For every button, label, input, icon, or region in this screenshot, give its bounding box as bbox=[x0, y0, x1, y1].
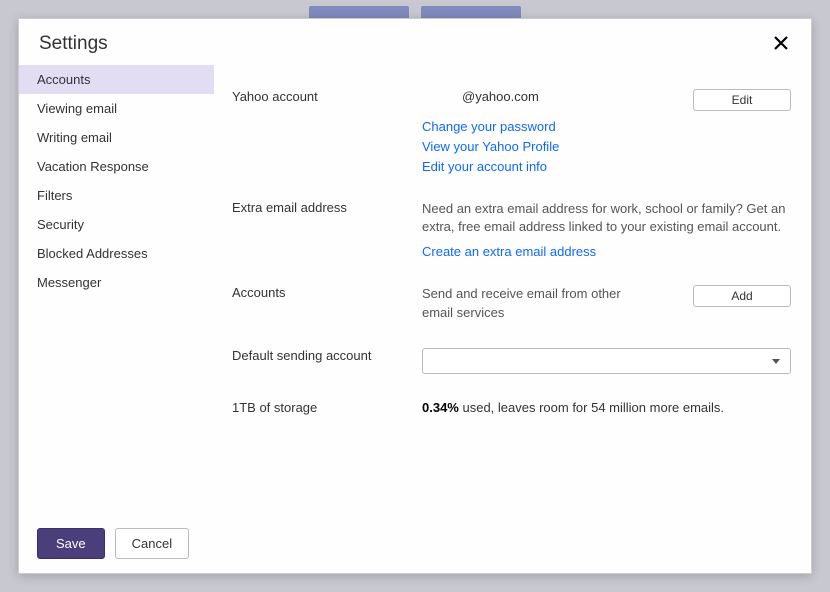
add-button[interactable]: Add bbox=[693, 285, 791, 307]
sidebar-item-blocked-addresses[interactable]: Blocked Addresses bbox=[19, 239, 214, 268]
modal-footer: Save Cancel bbox=[19, 514, 811, 573]
storage-label: 1TB of storage bbox=[232, 400, 422, 415]
extra-email-desc: Need an extra email address for work, sc… bbox=[422, 200, 791, 236]
default-sending-label: Default sending account bbox=[232, 348, 422, 363]
sidebar-item-security[interactable]: Security bbox=[19, 210, 214, 239]
sidebar-item-messenger[interactable]: Messenger bbox=[19, 268, 214, 297]
sidebar-item-viewing-email[interactable]: Viewing email bbox=[19, 94, 214, 123]
save-button[interactable]: Save bbox=[37, 528, 105, 559]
accounts-label: Accounts bbox=[232, 285, 422, 300]
sidebar: Accounts Viewing email Writing email Vac… bbox=[19, 65, 214, 514]
storage-text: 0.34% used, leaves room for 54 million m… bbox=[422, 400, 724, 415]
accounts-desc: Send and receive email from other email … bbox=[422, 285, 652, 321]
cancel-button[interactable]: Cancel bbox=[115, 528, 189, 559]
create-extra-email-link[interactable]: Create an extra email address bbox=[422, 244, 791, 259]
content-panel: Yahoo account @yahoo.com Change your pas… bbox=[214, 65, 811, 514]
sidebar-item-accounts[interactable]: Accounts bbox=[19, 65, 214, 94]
sidebar-item-filters[interactable]: Filters bbox=[19, 181, 214, 210]
sidebar-item-vacation-response[interactable]: Vacation Response bbox=[19, 152, 214, 181]
close-icon[interactable] bbox=[771, 33, 791, 53]
modal-title: Settings bbox=[39, 33, 108, 55]
modal-header: Settings bbox=[19, 19, 811, 65]
yahoo-account-label: Yahoo account bbox=[232, 89, 422, 104]
yahoo-account-email: @yahoo.com bbox=[422, 89, 683, 104]
extra-email-label: Extra email address bbox=[232, 200, 422, 215]
default-sending-select[interactable] bbox=[422, 348, 791, 374]
storage-percent: 0.34% bbox=[422, 400, 459, 415]
settings-modal: Settings Accounts Viewing email Writing … bbox=[18, 18, 812, 574]
sidebar-item-writing-email[interactable]: Writing email bbox=[19, 123, 214, 152]
edit-account-info-link[interactable]: Edit your account info bbox=[422, 159, 683, 174]
storage-rest: used, leaves room for 54 million more em… bbox=[459, 400, 724, 415]
change-password-link[interactable]: Change your password bbox=[422, 119, 683, 134]
view-profile-link[interactable]: View your Yahoo Profile bbox=[422, 139, 683, 154]
edit-button[interactable]: Edit bbox=[693, 89, 791, 111]
